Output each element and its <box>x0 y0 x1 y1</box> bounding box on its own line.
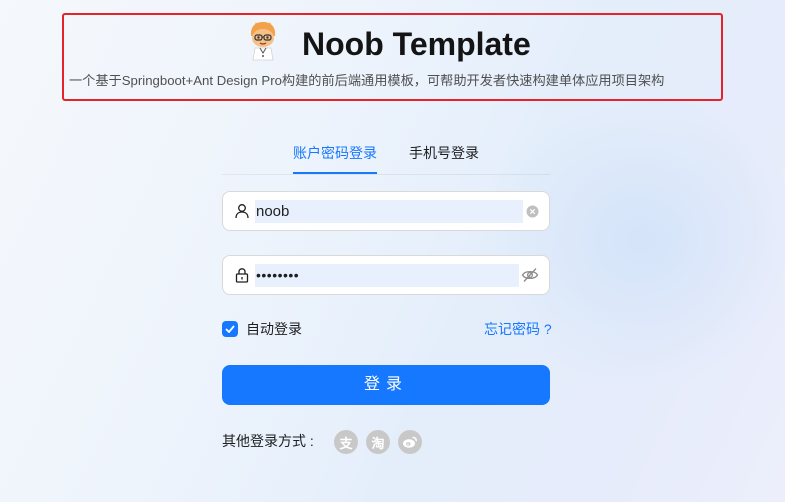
taobao-icon[interactable]: 淘 <box>366 430 390 454</box>
auto-login-checkbox[interactable]: 自动登录 <box>222 320 302 338</box>
background-glow <box>480 90 785 390</box>
alipay-icon[interactable]: 支 <box>334 430 358 454</box>
checkbox-checked-icon[interactable] <box>222 321 238 337</box>
taobao-glyph: 淘 <box>371 435 385 451</box>
app-title: Noob Template <box>302 26 531 62</box>
weibo-glyph <box>403 436 417 448</box>
tab-account-password-login[interactable]: 账户密码登录 <box>293 143 377 163</box>
alipay-glyph: 支 <box>339 435 353 451</box>
username-input[interactable]: noob <box>255 200 523 223</box>
login-button[interactable]: 登录 <box>222 365 550 405</box>
eye-invisible-icon[interactable] <box>521 267 539 283</box>
password-input[interactable]: •••••••• <box>255 264 519 287</box>
logo-icon <box>250 22 276 61</box>
user-icon <box>235 204 249 219</box>
forgot-password-link[interactable]: 忘记密码 ? <box>484 320 552 338</box>
lock-icon <box>235 268 249 283</box>
clear-icon[interactable] <box>526 205 539 218</box>
auto-login-label: 自动登录 <box>246 321 302 337</box>
app-subtitle: 一个基于Springboot+Ant Design Pro构建的前后端通用模板，… <box>69 73 665 88</box>
other-login-label: 其他登录方式 : <box>222 433 314 449</box>
password-field[interactable]: •••••••• <box>222 255 550 295</box>
tab-phone-login[interactable]: 手机号登录 <box>409 143 479 163</box>
check-icon <box>225 325 235 333</box>
tabs-divider <box>222 174 550 175</box>
other-login-methods: 其他登录方式 : <box>222 431 314 451</box>
username-field[interactable]: noob <box>222 191 550 231</box>
weibo-icon[interactable] <box>398 430 422 454</box>
